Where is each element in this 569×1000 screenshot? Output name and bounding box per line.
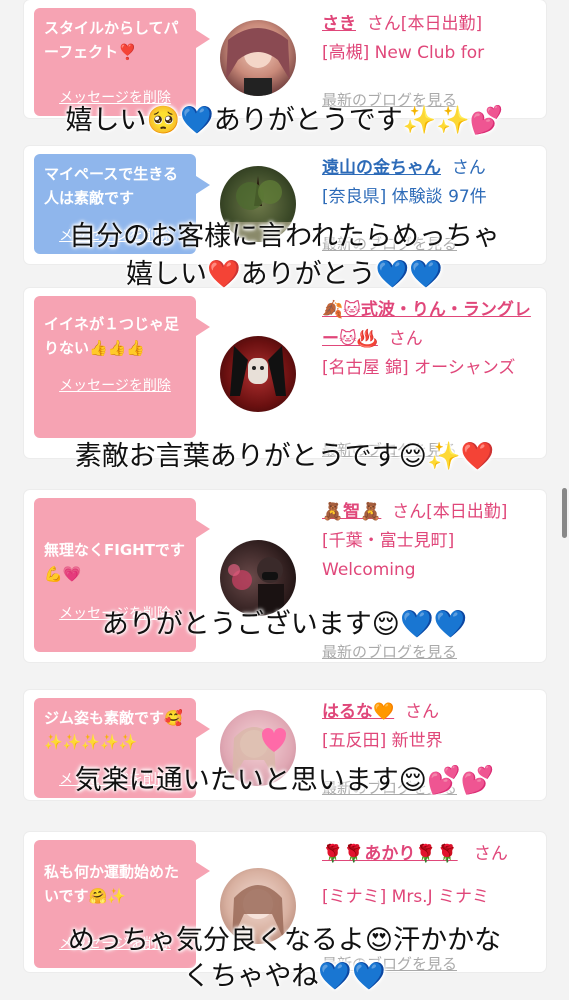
profile-info: はるな🧡 さん [五反田] 新世界 最新のブログを見る bbox=[322, 698, 532, 797]
profile-name-link[interactable]: さき bbox=[322, 14, 356, 34]
status-text: さん bbox=[473, 844, 508, 864]
message-text: ジム姿も素敵です🥰✨✨✨✨✨ bbox=[44, 709, 183, 751]
delete-message-link[interactable]: メッセージを削除 bbox=[34, 374, 196, 398]
profile-name-link[interactable]: はるな🧡 bbox=[322, 702, 394, 722]
profile-name-link[interactable]: 🧸智🧸 bbox=[322, 502, 381, 522]
message-text: マイペースで生きる人は素敵です bbox=[44, 165, 178, 207]
profile-info: 🌹🌹あかり🌹🌹 さん [ミナミ] Mrs.J ミナミ 最新のブログを見る bbox=[322, 840, 532, 972]
profile-name-link[interactable]: 遠山の金ちゃん bbox=[322, 158, 441, 178]
avatar[interactable] bbox=[220, 336, 296, 412]
caption-text: ありがとうございます😌💙💙 bbox=[101, 609, 468, 640]
message-text: 私も何か運動始めたいです🤗✨ bbox=[44, 863, 180, 905]
shop-location: [ミナミ] Mrs.J ミナミ bbox=[322, 887, 490, 907]
avatar-image bbox=[228, 557, 284, 614]
status-text: さん bbox=[451, 158, 486, 178]
caption-text: 嬉しい❤️ありがとう💙💙 bbox=[126, 259, 443, 290]
caption-text: 気楽に通いたいと思います😌💕💕 bbox=[74, 765, 495, 796]
status-text: さん bbox=[388, 329, 423, 349]
shop-location: [奈良県] 体験談 97件 bbox=[322, 187, 487, 207]
message-text: スタイルからしてパーフェクト❣️ bbox=[44, 19, 179, 61]
status-text: さん bbox=[404, 702, 439, 722]
message-card: イイネが１つじゃ足りない👍👍👍 メッセージを削除 🍂🐱式波・りん・ラングレー🐱♨… bbox=[24, 288, 546, 458]
avatar[interactable] bbox=[220, 20, 296, 96]
profile-info: 🧸智🧸 さん[本日出勤] [千葉・富士見町] Welcoming 最新のブログを… bbox=[322, 498, 532, 661]
message-bubble: イイネが１つじゃ足りない👍👍👍 メッセージを削除 bbox=[34, 296, 210, 438]
message-card: スタイルからしてパーフェクト❣️ メッセージを削除 さき さん[本日出勤] [高… bbox=[24, 0, 546, 118]
avatar[interactable] bbox=[220, 540, 296, 616]
status-text: さん[本日出勤] bbox=[366, 14, 483, 34]
scrollbar-thumb[interactable] bbox=[562, 488, 567, 538]
profile-name-link[interactable]: 🌹🌹あかり🌹🌹 bbox=[322, 844, 458, 864]
shop-location: [高槻] New Club for bbox=[322, 43, 485, 63]
caption-text: めっちゃ気分良くなるよ😍汗かかな bbox=[67, 925, 502, 956]
avatar-image bbox=[230, 346, 286, 396]
profile-name-link[interactable]: 🍂🐱式波・りん・ラングレー🐱♨️ bbox=[322, 300, 531, 349]
shop-location: [千葉・富士見町] Welcoming bbox=[322, 531, 455, 580]
caption-text: くちゃやね💙💙 bbox=[183, 961, 386, 992]
shop-location: [名古屋 錦] オーシャンズ bbox=[322, 358, 516, 378]
avatar-image bbox=[226, 28, 290, 96]
message-text: イイネが１つじゃ足りない👍👍👍 bbox=[44, 315, 180, 357]
caption-text: 嬉しい🥺💙ありがとうです✨✨💕 bbox=[65, 105, 504, 136]
caption-text: 自分のお客様に言われたらめっちゃ bbox=[69, 221, 500, 252]
message-bubble: スタイルからしてパーフェクト❣️ メッセージを削除 bbox=[34, 8, 210, 116]
shop-location: [五反田] 新世界 bbox=[322, 731, 443, 751]
profile-info: さき さん[本日出勤] [高槻] New Club for 最新のブログを見る bbox=[322, 10, 532, 109]
caption-text: 素敵お言葉ありがとうです😌✨❤️ bbox=[74, 441, 495, 472]
profile-info: 遠山の金ちゃん さん [奈良県] 体験談 97件 最新のブログを見る bbox=[322, 154, 532, 253]
profile-info: 🍂🐱式波・りん・ラングレー🐱♨️ さん [名古屋 錦] オーシャンズ 最新のブロ… bbox=[322, 296, 532, 458]
message-text: 無理なくFIGHTです💪💗 bbox=[44, 541, 185, 583]
status-text: さん[本日出勤] bbox=[392, 502, 508, 522]
